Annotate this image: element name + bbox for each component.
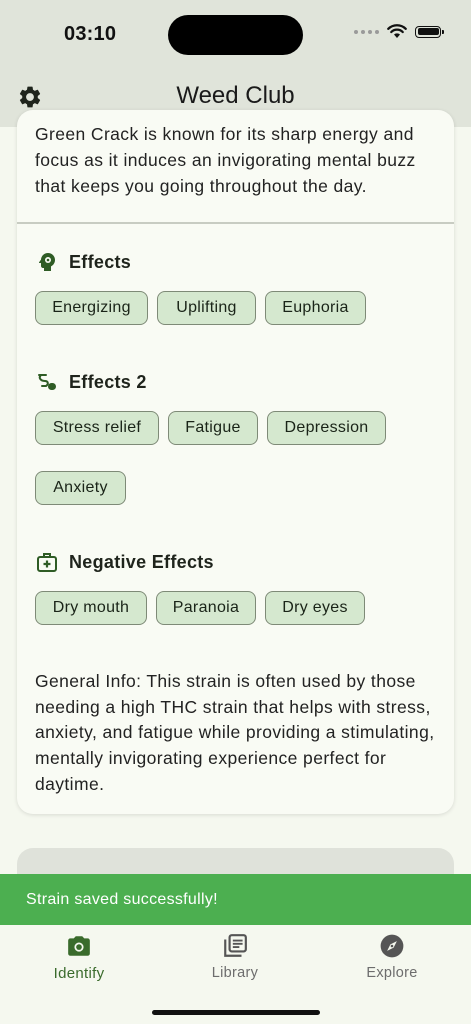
- effect-chip[interactable]: Energizing: [35, 291, 148, 325]
- negative-effect-chip[interactable]: Paranoia: [156, 591, 256, 625]
- nav-item-library[interactable]: Library: [175, 933, 295, 981]
- status-icons: [354, 24, 444, 39]
- medical-kit-icon: [37, 553, 57, 572]
- status-time: 03:10: [64, 23, 117, 45]
- nav-item-explore[interactable]: Explore: [332, 933, 452, 981]
- strain-description: Green Crack is known for its sharp energ…: [35, 124, 416, 196]
- section-negative-effects-header: Negative Effects: [35, 550, 214, 574]
- snackbar: Strain saved successfully!: [0, 874, 471, 925]
- section-effects-header: Effects: [35, 250, 131, 274]
- nav-item-identify[interactable]: Identify: [19, 933, 139, 982]
- section-title: Effects: [69, 251, 132, 272]
- compass-icon: [380, 934, 404, 958]
- status-bar: 03:10: [0, 0, 471, 62]
- brain-head-icon: [38, 253, 55, 271]
- wifi-icon: [387, 24, 407, 38]
- effect-chip[interactable]: Uplifting: [157, 291, 256, 325]
- section-effects-2-header: Effects 2: [35, 370, 147, 394]
- effect-chip[interactable]: Fatigue: [168, 411, 258, 445]
- cellular-signal-icon: [354, 29, 379, 34]
- camera-icon: [68, 936, 90, 956]
- effect-chip[interactable]: Euphoria: [265, 291, 366, 325]
- general-info-text: General Info: This strain is often used …: [35, 671, 435, 794]
- nav-label: Identify: [53, 965, 105, 982]
- negative-effect-chip[interactable]: Dry mouth: [35, 591, 147, 625]
- effect-chip[interactable]: Depression: [267, 411, 386, 445]
- app-title: Weed Club: [176, 82, 295, 109]
- battery-icon: [415, 25, 444, 38]
- library-icon: [224, 934, 247, 957]
- negative-effect-chip[interactable]: Dry eyes: [265, 591, 365, 625]
- dynamic-island: [168, 15, 303, 55]
- home-indicator[interactable]: [152, 1010, 320, 1015]
- medication-icon: [38, 374, 56, 390]
- section-title: Effects 2: [69, 371, 147, 392]
- section-title: Negative Effects: [69, 551, 214, 572]
- divider: [17, 222, 454, 224]
- effect-chip[interactable]: Stress relief: [35, 411, 159, 445]
- snackbar-message: Strain saved successfully!: [26, 890, 218, 908]
- nav-label: Library: [211, 965, 259, 981]
- effect-chip[interactable]: Anxiety: [35, 471, 126, 505]
- nav-label: Explore: [366, 965, 418, 981]
